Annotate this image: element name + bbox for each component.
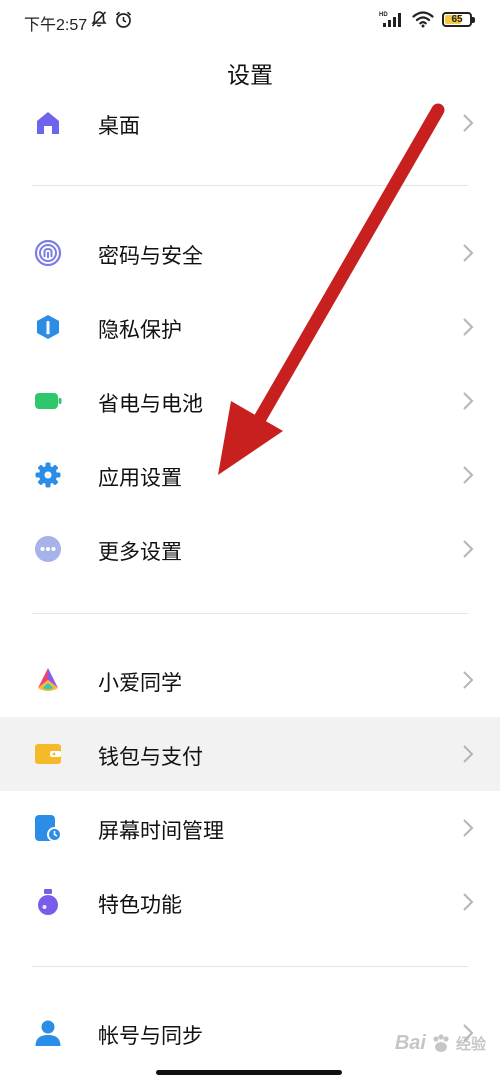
chevron-right-icon [463,671,474,689]
settings-item-more-settings[interactable]: 更多设置 [0,512,500,586]
signal-icon: HD [379,12,401,27]
settings-item-label: 桌面 [98,114,140,138]
settings-item-label: 应用设置 [98,466,182,490]
settings-item-privacy[interactable]: 隐私保护 [0,290,500,364]
chevron-right-icon [463,819,474,837]
shield-icon [37,315,59,339]
wifi-icon [412,10,434,27]
section-divider [32,185,468,186]
chevron-right-icon [463,318,474,336]
settings-item-label: 小爱同学 [98,671,182,695]
user-icon [35,1020,61,1046]
settings-item-label: 密码与安全 [98,244,203,268]
baidu-watermark: Bai 经验 [395,1032,486,1055]
mute-bell-icon [91,11,107,27]
battery-indicator: 65 [442,11,475,27]
paw-logo-icon [433,1033,449,1052]
chevron-right-icon [463,893,474,911]
flask-icon [38,889,58,915]
chevron-right-icon [463,244,474,262]
settings-item-special-features[interactable]: 特色功能 [0,865,500,939]
settings-item-screen-time[interactable]: 屏幕时间管理 [0,791,500,865]
settings-item-label: 更多设置 [98,540,182,564]
screen-time-icon [35,815,62,842]
gear-icon [35,462,61,488]
settings-item-app-settings[interactable]: 应用设置 [0,438,500,512]
settings-item-battery[interactable]: 省电与电池 [0,364,500,438]
section-divider [32,613,468,614]
settings-item-xiaoai[interactable]: 小爱同学 [0,643,500,717]
settings-item-label: 帐号与同步 [98,1024,203,1048]
battery-percent: 65 [451,13,463,25]
page-title: 设置 [227,63,273,89]
network-label: HD [379,12,388,18]
settings-item-wallet[interactable]: 钱包与支付 [0,717,500,791]
battery-icon [35,393,62,409]
section-divider [32,966,468,967]
chevron-right-icon [463,114,474,132]
home-indicator[interactable] [156,1070,342,1075]
settings-item-label: 隐私保护 [98,318,182,342]
xiaoai-icon [38,668,58,691]
watermark-suffix: 经验 [455,1036,486,1053]
settings-item-password-security[interactable]: 密码与安全 [0,216,500,290]
chevron-right-icon [463,540,474,558]
chevron-right-icon [463,745,474,763]
chevron-right-icon [463,466,474,484]
settings-item-label: 钱包与支付 [98,745,203,769]
settings-item-label: 特色功能 [98,893,182,917]
more-dots-icon [35,536,61,562]
settings-item-desktop[interactable]: 桌面 [0,86,500,160]
chevron-right-icon [463,392,474,410]
watermark-brand: Bai [394,1032,426,1054]
wallet-icon [35,744,61,764]
fingerprint-icon [34,239,62,267]
settings-item-label: 屏幕时间管理 [98,819,224,843]
alarm-clock-icon [115,11,132,28]
status-bar: 下午2:57 HD 65 [0,0,500,42]
status-time: 下午2:57 [24,17,88,34]
settings-item-label: 省电与电池 [98,392,203,416]
home-icon [37,112,59,134]
